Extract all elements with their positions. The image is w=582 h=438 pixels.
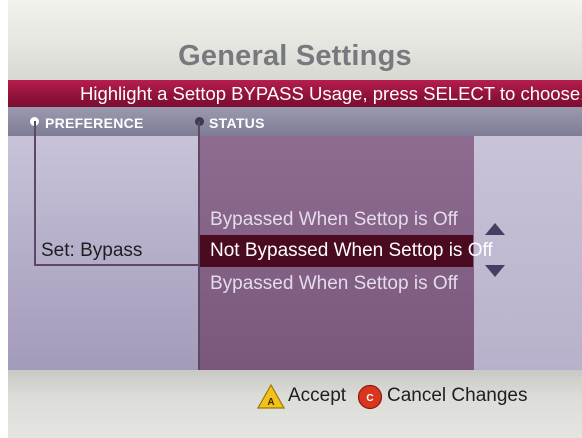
page-title: General Settings (178, 40, 412, 72)
settings-screen: General Settings Highlight a Settop BYPA… (0, 0, 582, 438)
header: General Settings (8, 0, 582, 80)
instruction-banner: Highlight a Settop BYPASS Usage, press S… (8, 80, 582, 107)
accept-a-triangle-icon[interactable]: A (257, 384, 285, 410)
cancel-c-circle-icon[interactable]: C (357, 384, 383, 410)
accept-key-letter: A (267, 397, 274, 408)
cancel-key-letter: C (366, 393, 373, 404)
instruction-text: Highlight a Settop BYPASS Usage, press S… (80, 83, 582, 104)
accept-label[interactable]: Accept (288, 385, 346, 407)
status-option-selected-label: Not Bypassed When Settop is Off (210, 240, 493, 261)
status-option[interactable]: Bypassed When Settop is Off (210, 209, 458, 231)
cancel-changes-label[interactable]: Cancel Changes (387, 385, 527, 407)
status-option-selected[interactable]: Not Bypassed When Settop is Off (200, 235, 493, 267)
preference-column-header: PREFERENCE (45, 115, 144, 131)
scroll-up-arrow-icon[interactable] (485, 223, 505, 235)
preference-connector-line (34, 121, 36, 266)
scroll-down-arrow-icon[interactable] (485, 265, 505, 277)
preference-value[interactable]: Set: Bypass (41, 240, 142, 262)
status-option[interactable]: Bypassed When Settop is Off (210, 273, 458, 295)
preference-to-status-connector (34, 264, 200, 266)
column-header-bar: PREFERENCE STATUS (8, 107, 582, 136)
status-column-header: STATUS (209, 115, 265, 131)
